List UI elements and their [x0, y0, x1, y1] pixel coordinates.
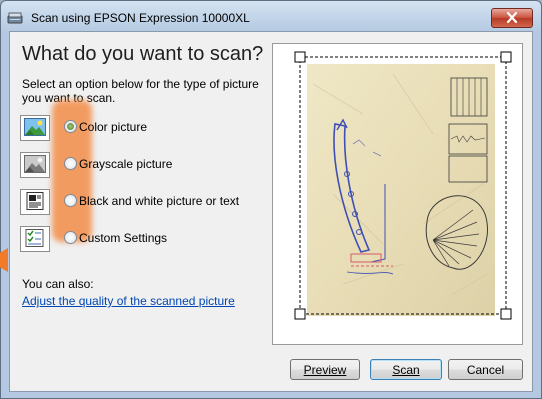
color-picture-radio[interactable] [64, 120, 77, 133]
also-label: You can also: [22, 277, 94, 291]
page-title: What do you want to scan? [22, 43, 264, 65]
scan-preview-pane [272, 43, 523, 345]
callout-arrow-marker [0, 248, 8, 272]
preview-button[interactable]: Preview [290, 359, 360, 380]
scanner-icon [7, 12, 23, 24]
crop-handle-bottom-left[interactable] [294, 308, 306, 320]
dialog-content: What do you want to scan? Select an opti… [9, 31, 533, 392]
preview-button-label: Preview [303, 362, 347, 377]
close-button[interactable] [491, 8, 533, 28]
crop-handle-top-left[interactable] [294, 51, 306, 63]
adjust-quality-link[interactable]: Adjust the quality of the scanned pictur… [22, 294, 235, 308]
cancel-button[interactable]: Cancel [448, 359, 523, 380]
crop-handle-bottom-right[interactable] [500, 308, 512, 320]
custom-settings-label[interactable]: Custom Settings [79, 231, 167, 245]
scanned-paper [307, 64, 495, 316]
color-picture-icon[interactable] [20, 115, 50, 141]
title-bar[interactable]: Scan using EPSON Expression 10000XL [1, 1, 541, 35]
grayscale-picture-label[interactable]: Grayscale picture [79, 157, 172, 171]
scan-button-label: Scan [392, 362, 420, 377]
color-picture-label[interactable]: Color picture [79, 120, 147, 134]
grayscale-picture-icon[interactable] [20, 152, 50, 178]
crop-handle-top-right[interactable] [500, 51, 512, 63]
window-title: Scan using EPSON Expression 10000XL [31, 11, 250, 25]
scanned-image-preview [294, 51, 512, 320]
custom-settings-radio[interactable] [64, 231, 77, 244]
scan-button[interactable]: Scan [370, 359, 442, 380]
black-white-text-icon[interactable] [20, 189, 50, 215]
close-icon [506, 12, 518, 23]
black-white-radio[interactable] [64, 194, 77, 207]
custom-settings-icon[interactable] [20, 226, 50, 252]
black-white-label[interactable]: Black and white picture or text [79, 194, 239, 208]
scan-dialog-window: Scan using EPSON Expression 10000XL What… [0, 0, 542, 399]
cancel-button-label: Cancel [466, 362, 505, 377]
grayscale-picture-radio[interactable] [64, 157, 77, 170]
